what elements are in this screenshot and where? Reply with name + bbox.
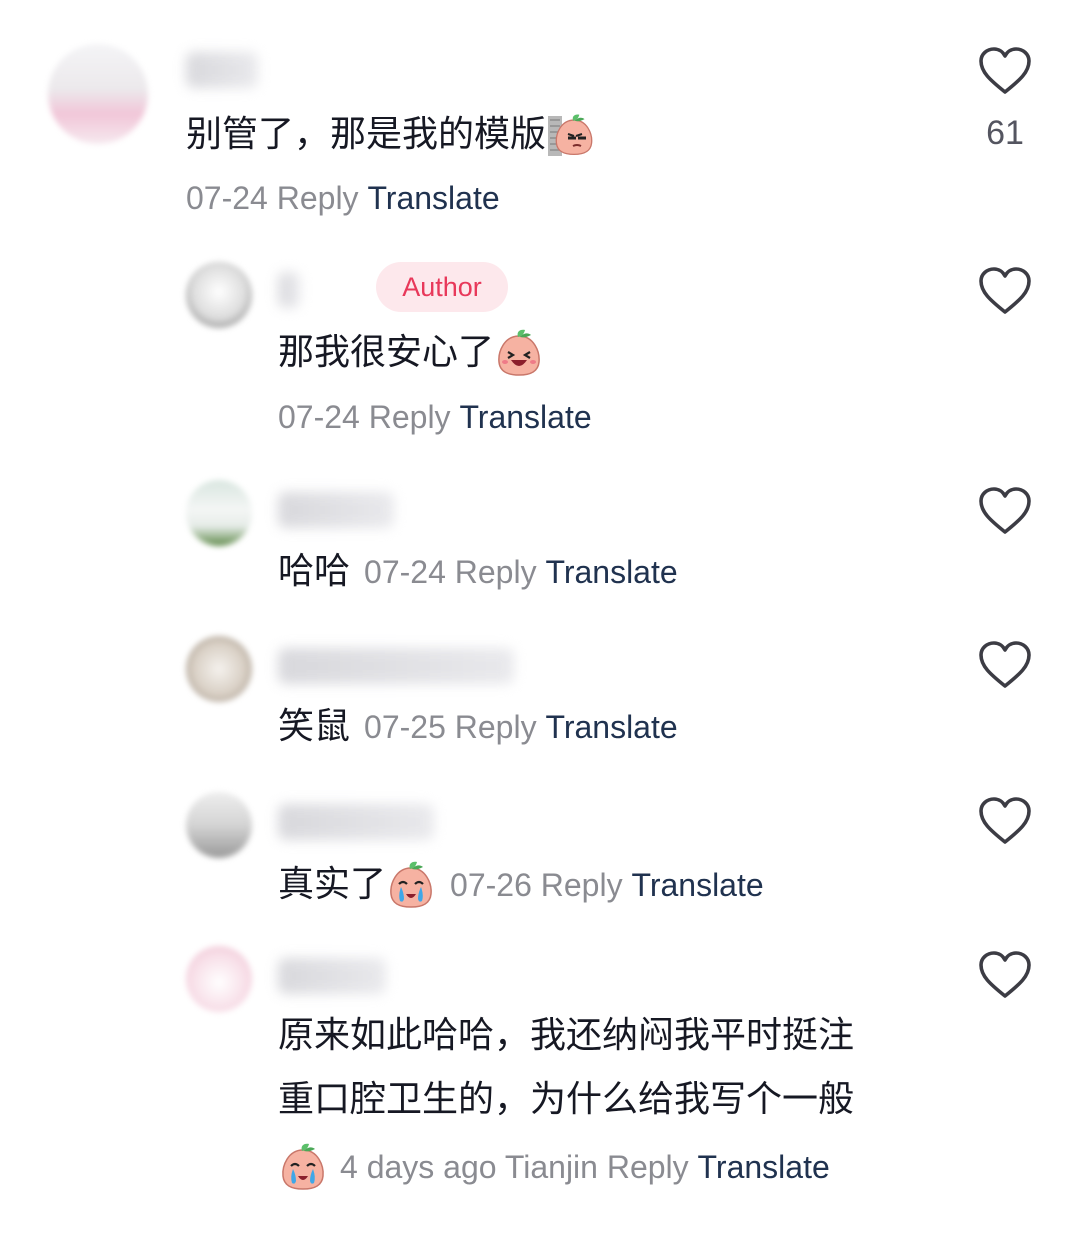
avatar[interactable] [48,44,148,144]
comment-text: 笑鼠 [278,706,351,747]
username-blurred[interactable] [278,648,514,684]
username-blurred[interactable] [278,958,386,994]
translate-button[interactable]: Translate [545,709,677,745]
smirk-peach-icon [548,113,593,156]
avatar[interactable] [186,480,252,546]
username-blurred[interactable] [278,492,394,528]
like-button[interactable] [978,796,1032,846]
comment-text: 哈哈 [278,551,351,592]
comment-date: 07-24 [278,399,360,435]
comment-text: 那我很安心了 [278,332,495,373]
comment-meta-row: 4 days ago Tianjin Reply Translate [278,1142,830,1192]
comment-location: Tianjin [504,1149,598,1185]
comment-text-line-1: 原来如此哈哈，我还纳闷我平时挺注 [278,1015,855,1056]
comment-date: 07-25 [364,709,446,745]
avatar[interactable] [186,636,252,702]
reply-button[interactable]: Reply [455,709,537,745]
comment-text-line-2: 重口腔卫生的，为什么给我写个一般 [278,1079,855,1120]
comment-meta: 4 days ago Tianjin Reply Translate [340,1147,830,1187]
reply-button[interactable]: Reply [277,180,359,216]
username-blurred[interactable] [278,272,300,308]
author-badge: Author [376,262,508,312]
reply-button[interactable]: Reply [455,554,537,590]
heart-icon [978,486,1032,536]
crying-peach-icon [282,1143,324,1190]
heart-icon [978,46,1032,96]
like-button[interactable] [978,486,1032,536]
comment-text: 真实了 [278,864,387,905]
comment-text-row: 那我很安心了 [278,328,544,378]
username-blurred[interactable] [186,52,258,88]
comment-meta: 07-24 Reply Translate [278,397,592,437]
username-blurred[interactable] [278,804,434,840]
like-button[interactable] [978,640,1032,690]
reply-button[interactable]: Reply [607,1149,689,1185]
heart-icon [978,640,1032,690]
avatar[interactable] [186,792,252,858]
translate-button[interactable]: Translate [631,867,763,903]
like-button[interactable] [978,46,1032,96]
heart-icon [978,796,1032,846]
reply-button[interactable]: Reply [369,399,451,435]
laughing-peach-icon [498,329,540,376]
translate-button[interactable]: Translate [698,1149,830,1185]
comment-text: 别管了，那是我的模版 [186,114,547,155]
comment-meta: 07-25 Reply Translate [364,707,678,747]
like-count: 61 [986,114,1024,152]
translate-button[interactable]: Translate [545,554,677,590]
comment-text-row: 哈哈 07-24 Reply Translate [278,552,678,592]
comment-date: 07-26 [450,867,532,903]
heart-icon [978,950,1032,1000]
comment-meta: 07-24 Reply Translate [186,178,500,218]
comment-date: 4 days ago [340,1149,497,1185]
comment-text-row: 笑鼠 07-25 Reply Translate [278,707,678,747]
comment-text-row: 别管了，那是我的模版 [186,110,596,160]
comment-meta: 07-26 Reply Translate [450,865,764,905]
like-button[interactable] [978,266,1032,316]
crying-peach-icon [390,861,432,908]
avatar[interactable] [186,946,252,1012]
translate-button[interactable]: Translate [459,399,591,435]
translate-button[interactable]: Translate [367,180,499,216]
comment-date: 07-24 [364,554,446,590]
like-button[interactable] [978,950,1032,1000]
comment-text-row: 真实了 07-26 Reply Translate [278,860,764,910]
heart-icon [978,266,1032,316]
reply-button[interactable]: Reply [541,867,623,903]
avatar[interactable] [186,262,252,328]
comment-meta: 07-24 Reply Translate [364,552,678,592]
comment-date: 07-24 [186,180,268,216]
